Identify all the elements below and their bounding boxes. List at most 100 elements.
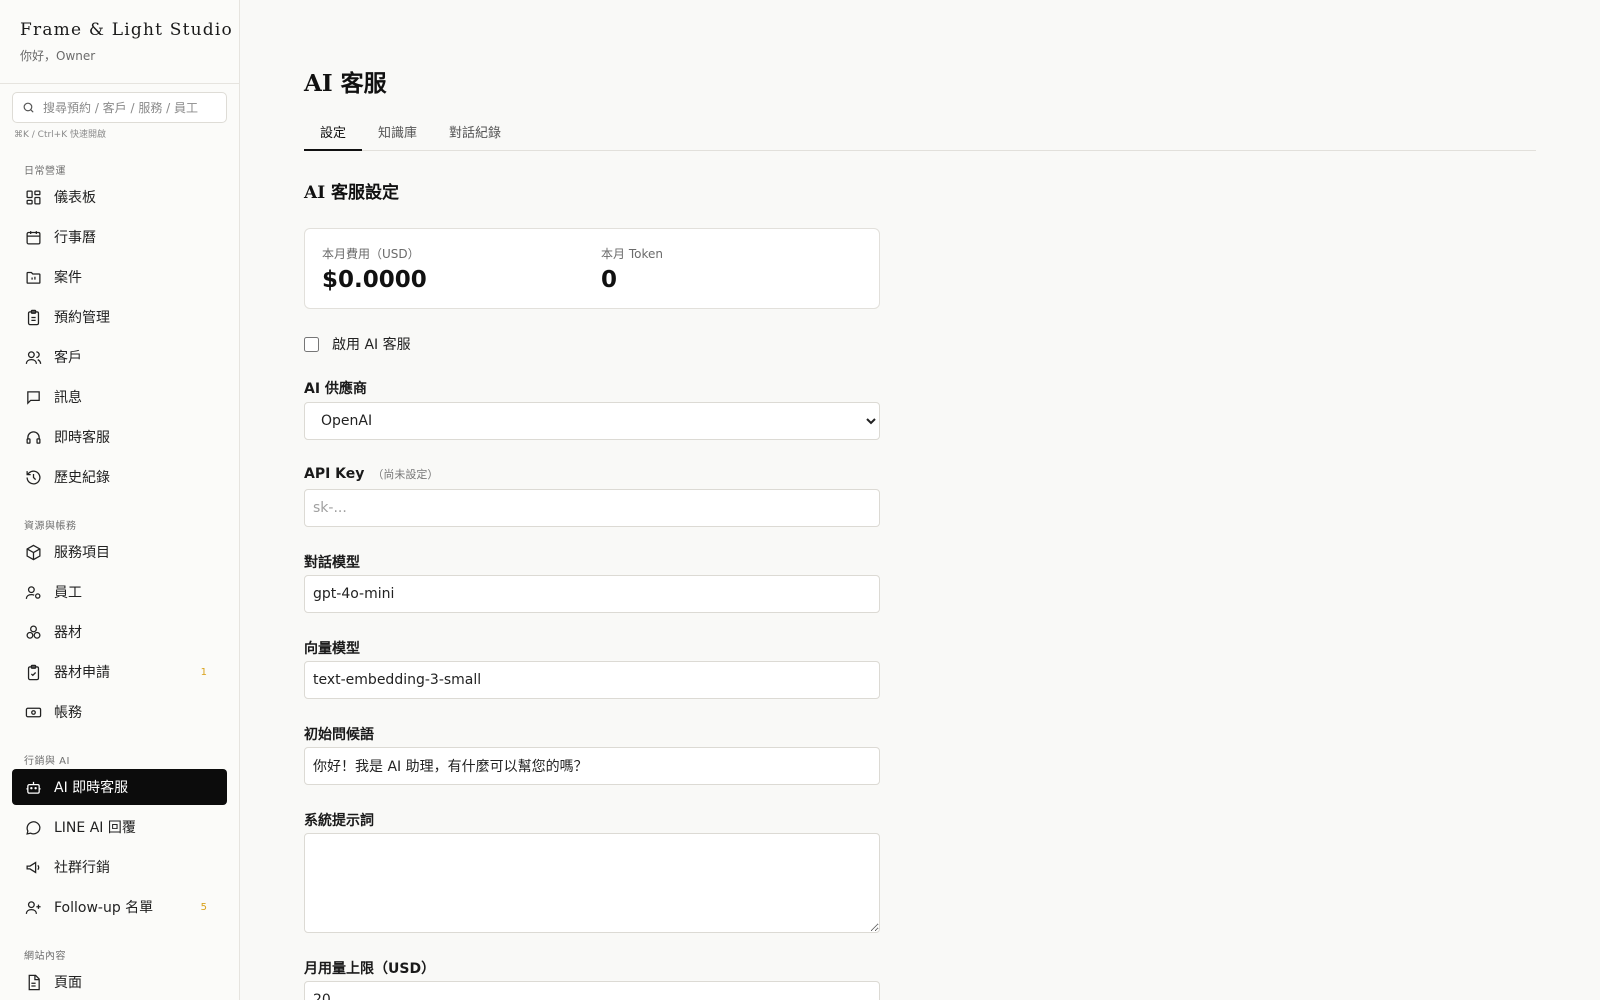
page-title: AI 客服 <box>304 70 387 97</box>
sidebar-item-label: 員工 <box>54 585 82 601</box>
sidebar-item-pages[interactable]: 頁面 <box>12 964 227 1000</box>
user-gear-icon <box>24 583 42 601</box>
sidebar-item-label: 案件 <box>54 270 82 286</box>
embedding-model-input[interactable] <box>304 661 880 699</box>
search-shortcut-hint: ⌘K / Ctrl+K 快速開啟 <box>14 130 106 140</box>
sidebar-item-label: 預約管理 <box>54 310 110 326</box>
sidebar-item-calendar[interactable]: 行事曆 <box>12 219 227 255</box>
sidebar-item-services[interactable]: 服務項目 <box>12 534 227 570</box>
nav-section-marketing: 行銷與 AI <box>24 756 70 767</box>
sidebar-item-equipment[interactable]: 器材 <box>12 614 227 650</box>
enable-ai-label[interactable]: 啟用 AI 客服 <box>332 334 411 354</box>
sidebar-item-label: 訊息 <box>54 390 82 406</box>
box-icon <box>24 543 42 561</box>
system-prompt-textarea[interactable] <box>304 833 880 933</box>
api-key-label: API Key （尚未設定） <box>304 466 438 482</box>
user-plus-icon <box>24 898 42 916</box>
sidebar-item-label: Follow-up 名單 <box>54 900 154 916</box>
enable-ai-checkbox[interactable] <box>304 336 319 352</box>
greeting-input[interactable] <box>304 747 880 785</box>
sidebar-item-cases[interactable]: 案件 <box>12 259 227 295</box>
sidebar-item-label: AI 即時客服 <box>54 780 129 796</box>
user-greeting: 你好，Owner <box>20 49 96 63</box>
sidebar-item-label: 歷史紀錄 <box>54 470 110 486</box>
sidebar-item-label: 行事曆 <box>54 230 96 246</box>
sidebar-item-accounting[interactable]: 帳務 <box>12 694 227 730</box>
tab-knowledge-base[interactable]: 知識庫 <box>362 118 433 151</box>
sidebar-item-label: 頁面 <box>54 975 82 991</box>
system-prompt-label: 系統提示詞 <box>304 813 374 829</box>
message-icon <box>24 388 42 406</box>
provider-select[interactable]: OpenAI <box>304 402 880 440</box>
enable-ai-row: 啟用 AI 客服 <box>304 334 411 354</box>
chat-model-label: 對話模型 <box>304 555 360 571</box>
monthly-cost-stat: 本月費用（USD） $0.0000 <box>322 245 427 293</box>
sidebar-item-staff[interactable]: 員工 <box>12 574 227 610</box>
calendar-icon <box>24 228 42 246</box>
sidebar-item-messages[interactable]: 訊息 <box>12 379 227 415</box>
banknote-icon <box>24 703 42 721</box>
page-icon <box>24 973 42 991</box>
megaphone-icon <box>24 858 42 876</box>
sidebar-item-follow-up-list[interactable]: Follow-up 名單 5 <box>12 889 227 925</box>
nav-section-website: 網站內容 <box>24 951 66 962</box>
sidebar-item-ai-live-support[interactable]: AI 即時客服 <box>12 769 227 805</box>
api-key-status-note: （尚未設定） <box>372 468 439 481</box>
monthly-limit-label: 月用量上限（USD） <box>304 961 436 977</box>
nav-section-resources: 資源與帳務 <box>24 521 77 532</box>
stat-value: $0.0000 <box>322 267 427 293</box>
sidebar-item-customers[interactable]: 客戶 <box>12 339 227 375</box>
stat-value: 0 <box>601 267 618 293</box>
sidebar-item-label: 客戶 <box>54 350 82 366</box>
sidebar-item-social-marketing[interactable]: 社群行銷 <box>12 849 227 885</box>
brand-title: Frame & Light Studio <box>20 20 233 40</box>
monthly-token-stat: 本月 Token 0 <box>601 245 663 293</box>
search-icon <box>23 102 34 113</box>
sidebar-item-label: LINE AI 回覆 <box>54 820 136 836</box>
count-badge: 1 <box>200 666 207 678</box>
sidebar-item-line-ai-reply[interactable]: LINE AI 回覆 <box>12 809 227 845</box>
dashboard-icon <box>24 188 42 206</box>
sidebar-item-history[interactable]: 歷史紀錄 <box>12 459 227 495</box>
greeting-label: 初始問候語 <box>304 727 374 743</box>
main-content: AI 客服 設定 知識庫 對話紀錄 AI 客服設定 本月費用（USD） $0.0… <box>304 0 1536 1000</box>
nav-section-daily: 日常營運 <box>24 166 66 177</box>
sidebar-item-equipment-requests[interactable]: 器材申請 1 <box>12 654 227 690</box>
tab-bar: 設定 知識庫 對話紀錄 <box>304 118 1536 151</box>
chat-model-input[interactable] <box>304 575 880 613</box>
stat-label: 本月費用（USD） <box>322 247 420 261</box>
api-key-label-text: API Key <box>304 466 365 482</box>
history-icon <box>24 468 42 486</box>
sidebar-item-label: 儀表板 <box>54 190 96 206</box>
monthly-limit-input[interactable] <box>304 981 880 1000</box>
clipboard-check-icon <box>24 663 42 681</box>
headset-icon <box>24 428 42 446</box>
sidebar-item-label: 帳務 <box>54 705 82 721</box>
tab-settings[interactable]: 設定 <box>304 118 363 151</box>
search-input[interactable] <box>43 100 213 115</box>
sidebar-item-label: 器材申請 <box>54 665 110 681</box>
stat-label: 本月 Token <box>601 247 663 261</box>
sidebar-item-bookings[interactable]: 預約管理 <box>12 299 227 335</box>
sidebar-item-label: 社群行銷 <box>54 860 110 876</box>
tab-conversation-log[interactable]: 對話紀錄 <box>433 118 517 151</box>
clipboard-icon <box>24 308 42 326</box>
chat-icon <box>24 818 42 836</box>
count-badge: 5 <box>200 901 207 913</box>
bot-icon <box>24 778 42 796</box>
brand-header: Frame & Light Studio 你好，Owner <box>0 0 239 84</box>
global-search[interactable] <box>12 92 227 123</box>
sidebar-item-label: 即時客服 <box>54 430 110 446</box>
provider-label: AI 供應商 <box>304 381 367 397</box>
usage-stats-card: 本月費用（USD） $0.0000 本月 Token 0 <box>304 228 880 309</box>
equipment-icon <box>24 623 42 641</box>
sidebar-item-label: 器材 <box>54 625 82 641</box>
sidebar: Frame & Light Studio 你好，Owner ⌘K / Ctrl+… <box>0 0 240 1000</box>
users-icon <box>24 348 42 366</box>
folder-icon <box>24 268 42 286</box>
sidebar-item-live-support[interactable]: 即時客服 <box>12 419 227 455</box>
api-key-input[interactable] <box>304 489 880 527</box>
sidebar-item-label: 服務項目 <box>54 545 110 561</box>
embedding-model-label: 向量模型 <box>304 641 360 657</box>
sidebar-item-dashboard[interactable]: 儀表板 <box>12 179 227 215</box>
